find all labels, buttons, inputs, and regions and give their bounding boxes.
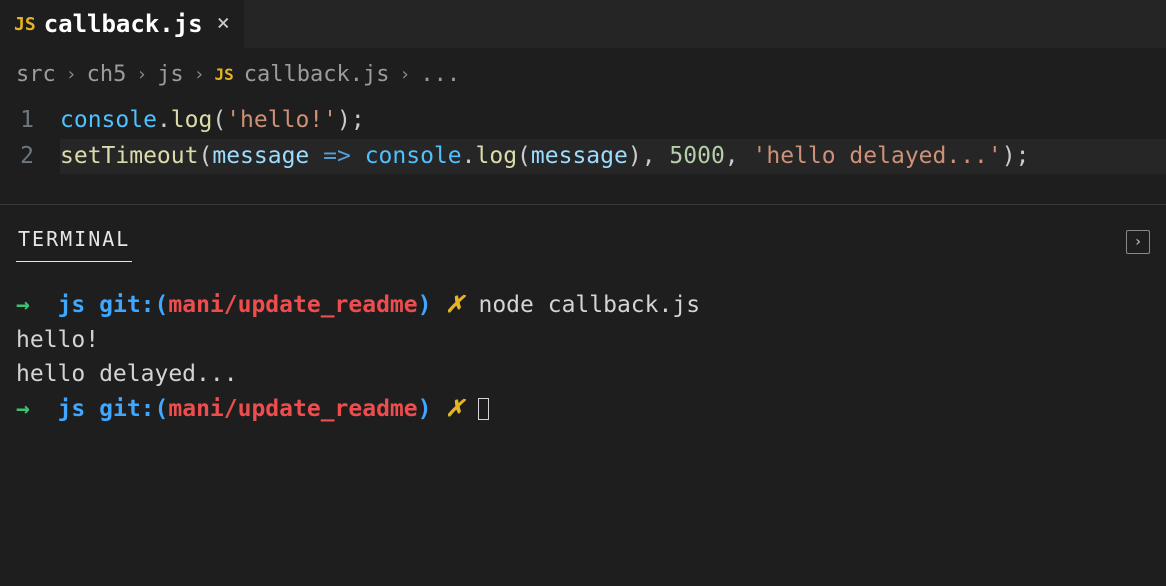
breadcrumb-segment[interactable]: ch5 — [87, 62, 127, 87]
chevron-right-icon: › — [136, 64, 147, 85]
chevron-right-icon: › — [194, 64, 205, 85]
cursor-icon — [478, 398, 489, 420]
terminal-output-line: hello delayed... — [16, 357, 1150, 392]
editor-tab[interactable]: JS callback.js × — [0, 0, 245, 48]
terminal-header: TERMINAL › — [16, 221, 1150, 262]
chevron-right-icon: › — [66, 64, 77, 85]
terminal-panel: TERMINAL › → js git:(mani/update_readme)… — [0, 205, 1166, 586]
terminal-output-line: hello! — [16, 323, 1150, 358]
terminal-tab[interactable]: TERMINAL — [16, 221, 132, 262]
js-file-icon: JS — [14, 14, 36, 35]
breadcrumb-segment[interactable]: src — [16, 62, 56, 87]
close-icon[interactable]: × — [217, 13, 230, 35]
line-number: 2 — [0, 139, 60, 175]
line-number: 1 — [0, 103, 60, 139]
breadcrumb-segment[interactable]: js — [157, 62, 184, 87]
chevron-right-icon: › — [400, 64, 411, 85]
chevron-right-icon[interactable]: › — [1126, 230, 1150, 254]
tab-filename: callback.js — [44, 10, 203, 38]
terminal-line: → js git:(mani/update_readme) ✗ — [16, 392, 1150, 427]
code-line[interactable]: console.log('hello!'); — [60, 103, 1166, 139]
tab-bar: JS callback.js × — [0, 0, 1166, 48]
code-editor[interactable]: 1console.log('hello!');2setTimeout(messa… — [0, 95, 1166, 204]
terminal-body[interactable]: → js git:(mani/update_readme) ✗ node cal… — [16, 288, 1150, 426]
js-file-icon: JS — [215, 65, 234, 84]
breadcrumb-file[interactable]: callback.js — [244, 62, 390, 87]
breadcrumb-symbol[interactable]: ... — [420, 62, 460, 87]
code-line[interactable]: setTimeout(message => console.log(messag… — [60, 139, 1166, 175]
breadcrumb[interactable]: src › ch5 › js › JS callback.js › ... — [0, 48, 1166, 95]
terminal-line: → js git:(mani/update_readme) ✗ node cal… — [16, 288, 1150, 323]
